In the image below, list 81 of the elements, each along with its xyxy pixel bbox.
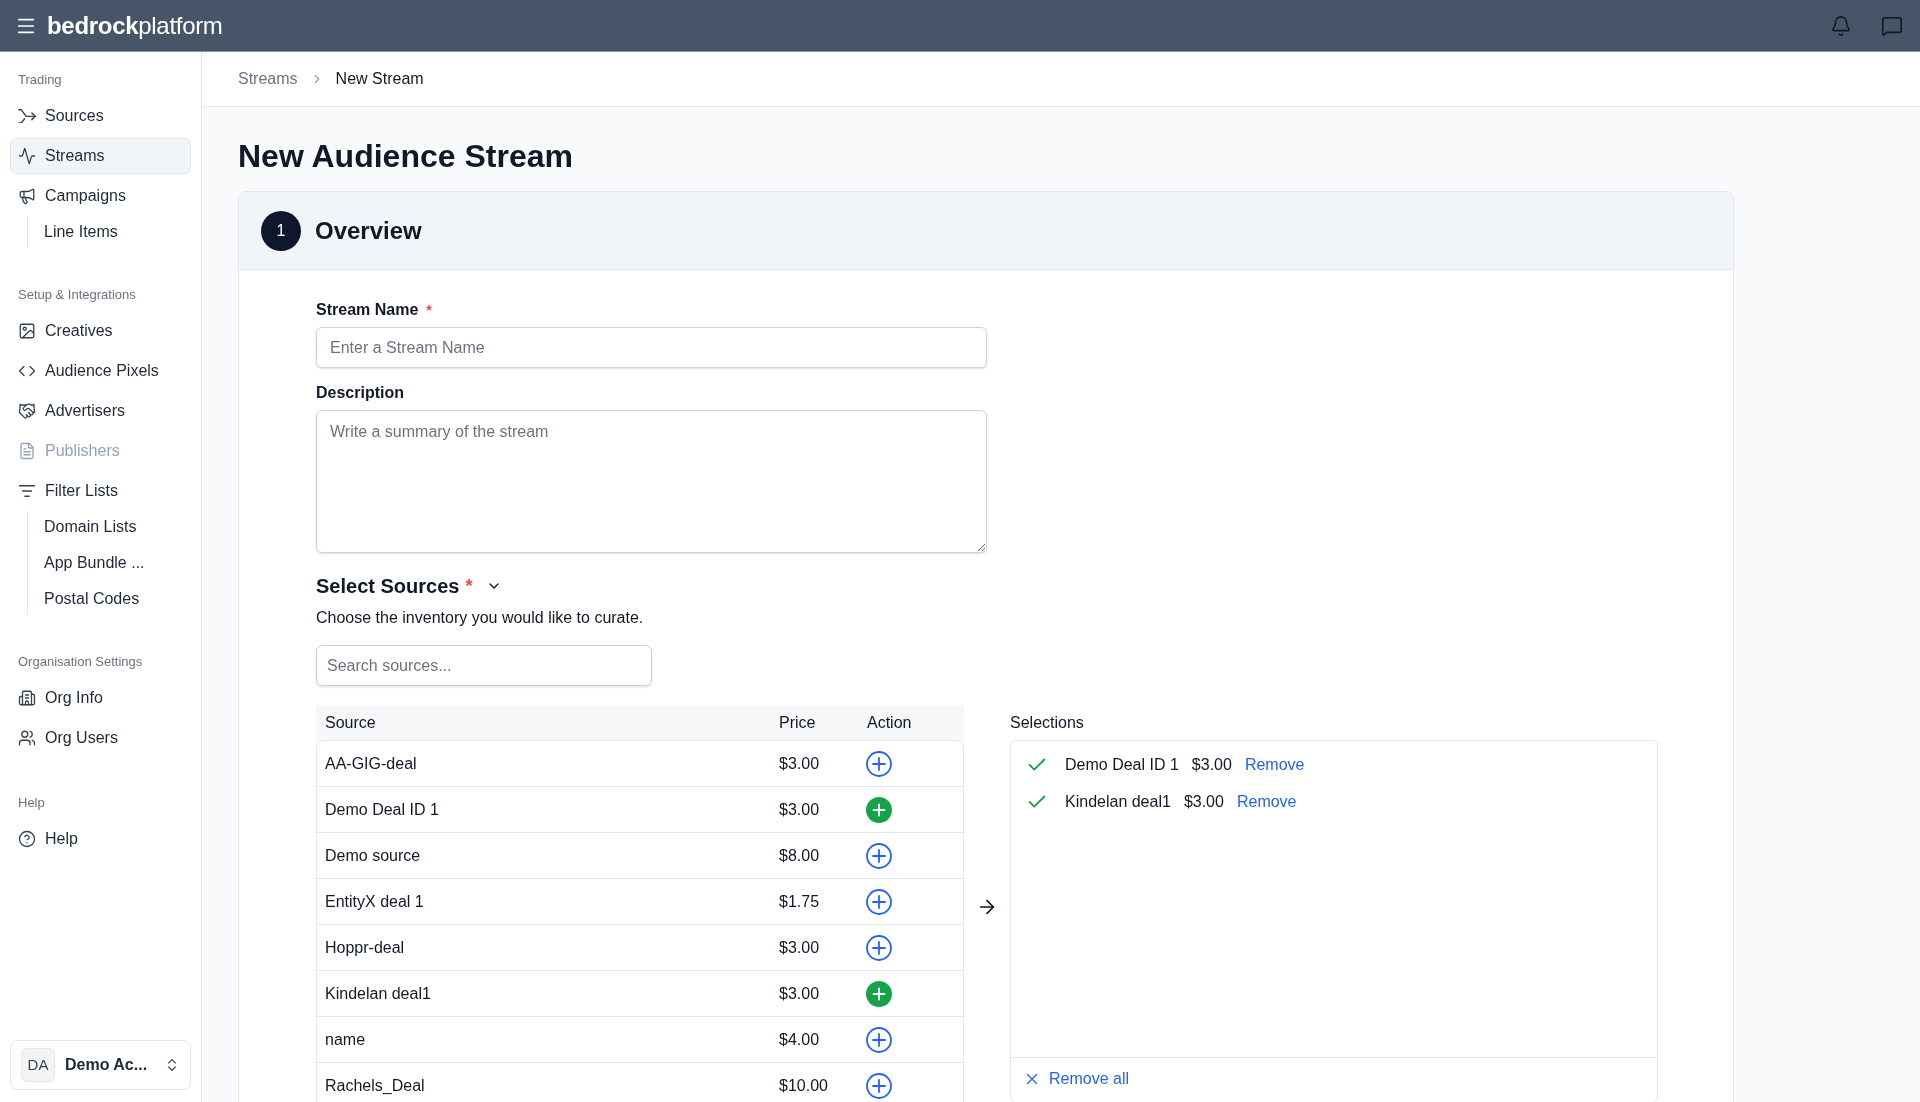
- text-field[interactable]: Enter a Stream Name: [316, 327, 987, 368]
- plus-circle-icon[interactable]: [866, 934, 892, 961]
- section-description: Choose the inventory you would like to curate.: [316, 608, 644, 628]
- avatar-initials: DA: [21, 1048, 55, 1082]
- megaphone-icon: [18, 187, 36, 205]
- column-header: Price: [778, 713, 817, 733]
- filter-icon: [18, 482, 36, 500]
- building-icon: [18, 689, 36, 707]
- sidebar-item[interactable]: Filter Lists: [10, 473, 191, 509]
- column-header: Action: [866, 713, 913, 733]
- required-mark: *: [426, 301, 432, 320]
- selection-price: $3.00: [1191, 755, 1232, 775]
- sidebar-subitem[interactable]: Domain Lists: [28, 511, 191, 543]
- sidebar-item[interactable]: Org Users: [10, 720, 191, 756]
- table-cell-text: $1.75: [778, 891, 821, 912]
- section-label: Setup & Integrations: [17, 286, 137, 304]
- step-number: 1: [261, 210, 301, 251]
- plus-filled-circle-icon[interactable]: [866, 796, 892, 823]
- selection-price: $3.00: [1183, 792, 1224, 812]
- sidebar-item[interactable]: Audience Pixels: [10, 353, 191, 389]
- section-title: Select Sources: [316, 574, 460, 599]
- image-icon: [18, 322, 36, 340]
- table-cell-text: Kindelan deal1: [324, 983, 432, 1004]
- selection-name: Kindelan deal1: [1065, 792, 1171, 812]
- search-field[interactable]: Search sources...: [316, 645, 652, 686]
- section-label: Organisation Settings: [17, 653, 144, 671]
- remove-all-button[interactable]: Remove all: [1023, 1068, 1130, 1090]
- selection-name: Demo Deal ID 1: [1065, 755, 1179, 775]
- users-icon: [18, 729, 36, 747]
- sidebar-subitem[interactable]: Line Items: [28, 216, 191, 248]
- table-cell-text: $8.00: [778, 845, 821, 866]
- account-switcher[interactable]: DA Demo Ac...: [10, 1040, 191, 1090]
- sidebar-item[interactable]: Creatives: [10, 313, 191, 349]
- table-cell-text: $10.00: [778, 1075, 829, 1096]
- logo: bedrockplatform: [47, 10, 223, 41]
- document-icon: [18, 442, 36, 460]
- plus-circle-icon[interactable]: [866, 842, 892, 869]
- table-cell-text: $3.00: [778, 753, 821, 774]
- section-label: Trading: [17, 71, 63, 89]
- plus-circle-icon[interactable]: [866, 1072, 892, 1099]
- table-cell-text: Hoppr-deal: [324, 937, 406, 958]
- table-cell-text: name: [324, 1029, 367, 1050]
- step-title: Overview: [315, 215, 422, 246]
- required-mark: *: [465, 575, 473, 598]
- plus-circle-icon[interactable]: [866, 888, 892, 915]
- merge-arrow-icon: [18, 108, 36, 124]
- activity-icon: [18, 147, 36, 165]
- sidebar-item[interactable]: Org Info: [10, 680, 191, 716]
- table-cell-text: $3.00: [778, 937, 821, 958]
- sidebar-item[interactable]: Campaigns: [10, 178, 191, 214]
- sidebar-subitem[interactable]: Postal Codes: [28, 583, 191, 615]
- table-cell-text: Rachels_Deal: [324, 1075, 426, 1096]
- help-icon: [18, 830, 36, 848]
- handshake-icon: [18, 402, 36, 420]
- account-name: Demo Ac...: [65, 1055, 148, 1075]
- description-field[interactable]: Write a summary of the stream: [316, 410, 987, 553]
- selections-title: Selections: [1010, 713, 1084, 733]
- sidebar-item[interactable]: Advertisers: [10, 393, 191, 429]
- table-cell-text: $4.00: [778, 1029, 821, 1050]
- sidebar-item[interactable]: Sources: [10, 98, 191, 134]
- table-cell-text: $3.00: [778, 799, 821, 820]
- plus-circle-icon[interactable]: [866, 750, 892, 777]
- table-cell-text: Demo Deal ID 1: [324, 799, 440, 820]
- sidebar-subitem[interactable]: App Bundle ...: [28, 547, 191, 579]
- plus-circle-icon[interactable]: [866, 1026, 892, 1053]
- table-cell-text: EntityX deal 1: [324, 891, 425, 912]
- remove-link[interactable]: Remove: [1244, 753, 1305, 777]
- field-label: Description: [316, 383, 404, 403]
- table-cell-text: $3.00: [778, 983, 821, 1004]
- sidebar-item[interactable]: Help: [10, 821, 191, 857]
- remove-link[interactable]: Remove: [1236, 790, 1297, 814]
- table-cell-text: Demo source: [324, 845, 422, 866]
- page-title: New Audience Stream: [238, 137, 573, 176]
- breadcrumb-link[interactable]: Streams: [238, 67, 298, 91]
- table-cell-text: AA-GIG-deal: [324, 753, 418, 774]
- plus-filled-circle-icon[interactable]: [866, 980, 892, 1007]
- field-label: Stream Name: [316, 300, 419, 320]
- sidebar-item[interactable]: Streams: [10, 138, 191, 174]
- column-header: Source: [324, 713, 377, 733]
- section-label: Help: [17, 794, 46, 812]
- breadcrumb-current: New Stream: [335, 69, 424, 89]
